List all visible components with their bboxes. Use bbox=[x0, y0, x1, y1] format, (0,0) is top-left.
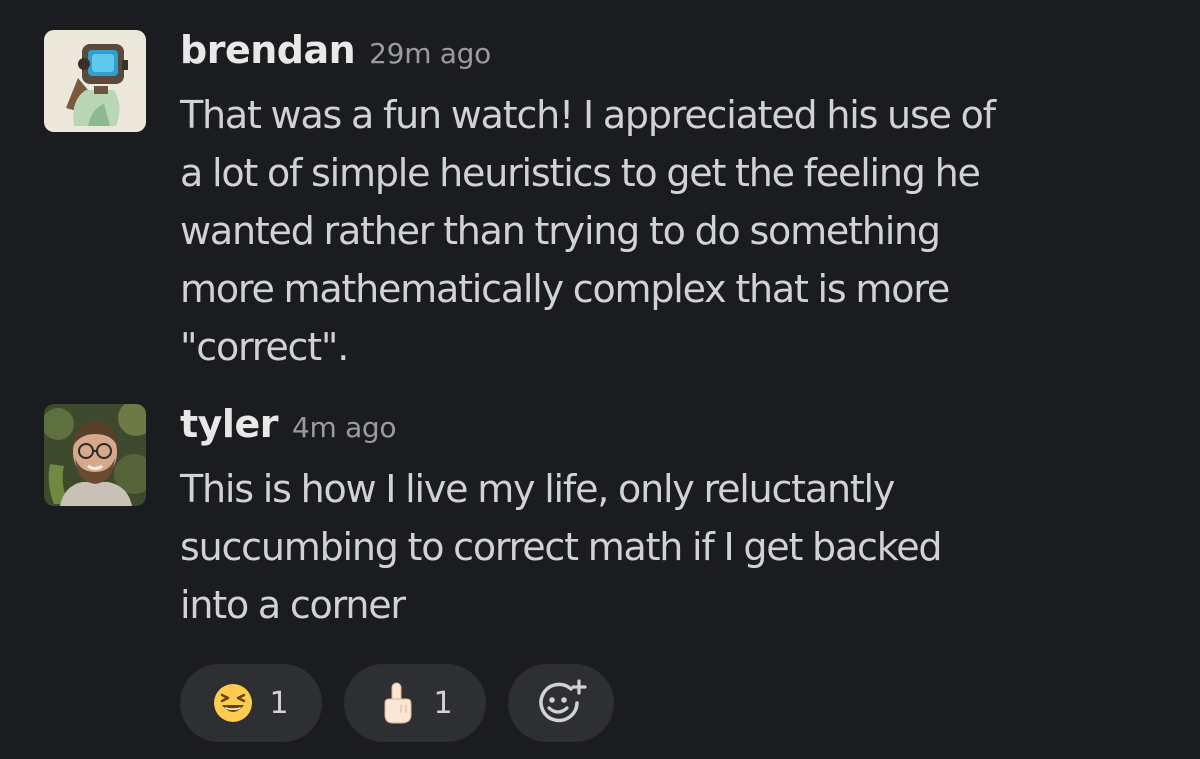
reaction-count: 1 bbox=[433, 685, 453, 721]
reaction-point-up[interactable]: 1 bbox=[344, 664, 486, 742]
author-name[interactable]: brendan bbox=[180, 28, 356, 72]
message-header: tyler 4m ago bbox=[180, 402, 1180, 460]
message-body: brendan 29m ago That was a fun watch! I … bbox=[180, 28, 1180, 376]
add-reaction-button[interactable] bbox=[508, 664, 614, 742]
bearded-man-photo-avatar bbox=[44, 404, 146, 506]
message-body: tyler 4m ago This is how I live my life,… bbox=[180, 402, 1180, 634]
reactions-bar: 1 1 bbox=[180, 664, 614, 742]
avatar-tyler[interactable] bbox=[44, 404, 146, 506]
laughing-face-emoji bbox=[214, 684, 253, 722]
message-header: brendan 29m ago bbox=[180, 28, 1180, 86]
timestamp[interactable]: 4m ago bbox=[292, 411, 397, 444]
author-name[interactable]: tyler bbox=[180, 402, 278, 446]
message-text: This is how I live my life, only relucta… bbox=[180, 467, 942, 627]
pointing-up-finger-emoji bbox=[384, 682, 412, 724]
reaction-laughing[interactable]: 1 bbox=[180, 664, 322, 742]
message-text: That was a fun watch! I appreciated his … bbox=[180, 93, 996, 369]
timestamp[interactable]: 29m ago bbox=[369, 37, 491, 70]
add-reaction-smiley-plus-icon bbox=[539, 679, 587, 723]
robot-avatar-icon bbox=[44, 30, 146, 132]
reaction-count: 1 bbox=[269, 685, 289, 721]
avatar-brendan[interactable] bbox=[44, 30, 146, 132]
